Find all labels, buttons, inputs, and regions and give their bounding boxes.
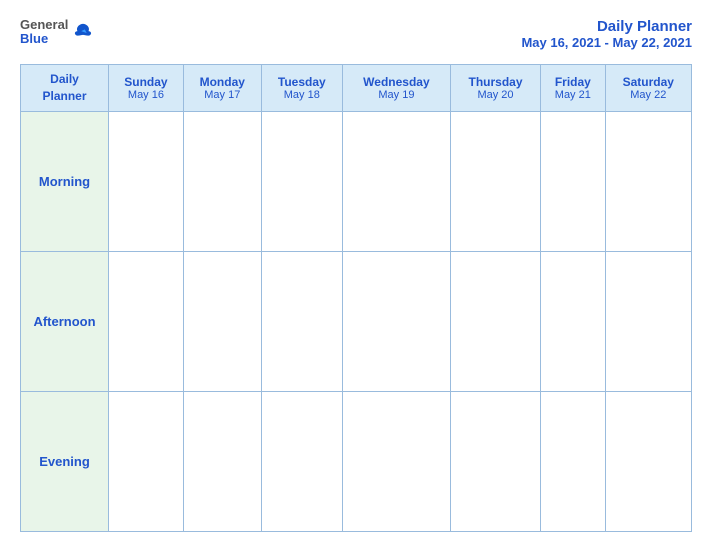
row-label-morning: Morning — [21, 111, 109, 251]
day-date-friday: May 21 — [545, 89, 601, 101]
header-row: DailyPlanner Sunday May 16 Monday May 17… — [21, 65, 692, 112]
col-monday: Monday May 17 — [183, 65, 261, 112]
col-saturday: Saturday May 22 — [605, 65, 691, 112]
col-friday: Friday May 21 — [541, 65, 606, 112]
header: General Blue Daily Planner May 16, 2021 … — [20, 18, 692, 50]
daily-planner-label: DailyPlanner — [42, 72, 86, 103]
cell-morning-friday[interactable] — [541, 111, 606, 251]
cell-afternoon-thursday[interactable] — [450, 251, 540, 391]
day-date-wednesday: May 19 — [347, 89, 446, 101]
title-main: Daily Planner — [521, 18, 692, 35]
col-thursday: Thursday May 20 — [450, 65, 540, 112]
day-name-monday: Monday — [188, 75, 257, 89]
col-wednesday: Wednesday May 19 — [342, 65, 450, 112]
page: General Blue Daily Planner May 16, 2021 … — [0, 0, 712, 550]
cell-morning-sunday[interactable] — [109, 111, 184, 251]
day-name-tuesday: Tuesday — [266, 75, 338, 89]
row-morning: Morning — [21, 111, 692, 251]
cell-morning-wednesday[interactable] — [342, 111, 450, 251]
day-date-sunday: May 16 — [113, 89, 179, 101]
cell-afternoon-saturday[interactable] — [605, 251, 691, 391]
cell-afternoon-friday[interactable] — [541, 251, 606, 391]
row-afternoon: Afternoon — [21, 251, 692, 391]
cell-evening-tuesday[interactable] — [261, 391, 342, 531]
day-name-saturday: Saturday — [610, 75, 687, 89]
logo-area: General Blue — [20, 18, 94, 47]
cell-afternoon-monday[interactable] — [183, 251, 261, 391]
cell-morning-monday[interactable] — [183, 111, 261, 251]
cell-evening-sunday[interactable] — [109, 391, 184, 531]
logo-icon — [72, 22, 94, 44]
cell-afternoon-wednesday[interactable] — [342, 251, 450, 391]
cell-afternoon-tuesday[interactable] — [261, 251, 342, 391]
calendar-table: DailyPlanner Sunday May 16 Monday May 17… — [20, 64, 692, 532]
cell-afternoon-sunday[interactable] — [109, 251, 184, 391]
cell-morning-saturday[interactable] — [605, 111, 691, 251]
day-date-monday: May 17 — [188, 89, 257, 101]
logo-text: General Blue — [20, 18, 68, 47]
col-sunday: Sunday May 16 — [109, 65, 184, 112]
title-area: Daily Planner May 16, 2021 - May 22, 202… — [521, 18, 692, 50]
day-name-friday: Friday — [545, 75, 601, 89]
logo-general: General — [20, 18, 68, 32]
cell-morning-tuesday[interactable] — [261, 111, 342, 251]
cell-evening-friday[interactable] — [541, 391, 606, 531]
col-header-label: DailyPlanner — [21, 65, 109, 112]
day-name-sunday: Sunday — [113, 75, 179, 89]
cell-evening-wednesday[interactable] — [342, 391, 450, 531]
row-evening: Evening — [21, 391, 692, 531]
cell-evening-monday[interactable] — [183, 391, 261, 531]
col-tuesday: Tuesday May 18 — [261, 65, 342, 112]
row-label-afternoon: Afternoon — [21, 251, 109, 391]
day-date-saturday: May 22 — [610, 89, 687, 101]
cell-evening-thursday[interactable] — [450, 391, 540, 531]
day-name-thursday: Thursday — [455, 75, 536, 89]
row-label-evening: Evening — [21, 391, 109, 531]
cell-evening-saturday[interactable] — [605, 391, 691, 531]
day-date-tuesday: May 18 — [266, 89, 338, 101]
logo-blue: Blue — [20, 32, 68, 46]
cell-morning-thursday[interactable] — [450, 111, 540, 251]
title-date: May 16, 2021 - May 22, 2021 — [521, 35, 692, 50]
day-date-thursday: May 20 — [455, 89, 536, 101]
day-name-wednesday: Wednesday — [347, 75, 446, 89]
